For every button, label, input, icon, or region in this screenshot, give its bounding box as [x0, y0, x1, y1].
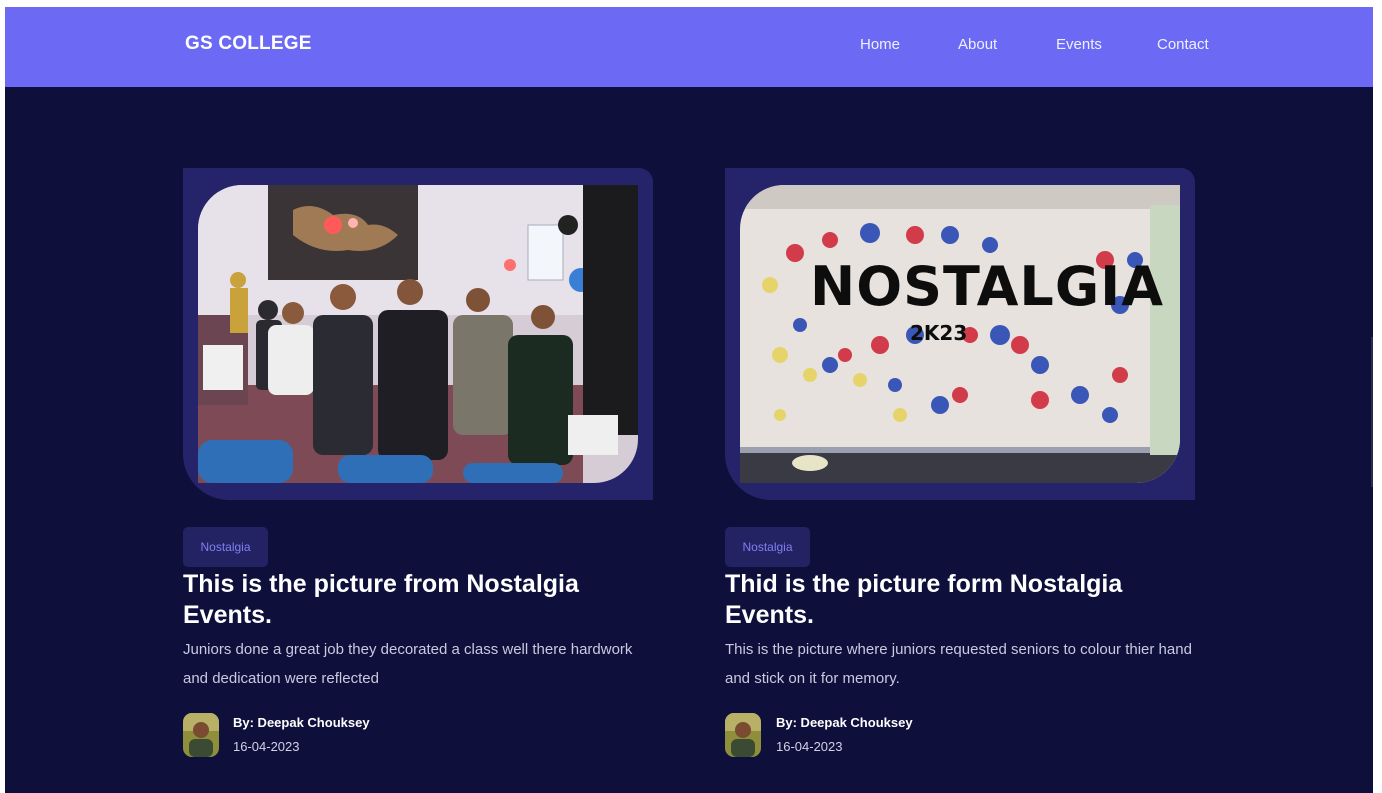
scrollbar[interactable]	[1371, 337, 1373, 487]
card-title[interactable]: Thid is the picture form Nostalgia Event…	[725, 569, 1195, 631]
avatar-image	[183, 713, 219, 757]
card-image[interactable]: NOSTALGIA 2K23	[740, 185, 1180, 483]
card-image-frame	[183, 168, 653, 500]
brand-logo[interactable]: GS COLLEGE	[185, 33, 312, 55]
banner-title: NOSTALGIA	[810, 255, 1164, 318]
category-tag[interactable]: Nostalgia	[725, 527, 810, 567]
avatar-image	[725, 713, 761, 757]
card-title[interactable]: This is the picture from Nostalgia Event…	[183, 569, 653, 631]
handprint-banner-image: NOSTALGIA 2K23	[740, 185, 1180, 483]
card-image-frame: NOSTALGIA 2K23	[725, 168, 1195, 500]
category-tag[interactable]: Nostalgia	[183, 527, 268, 567]
group-photo-image	[198, 185, 638, 483]
page-frame: GS COLLEGE Home About Events Contact Nos…	[5, 7, 1373, 793]
navbar: GS COLLEGE Home About Events Contact	[5, 7, 1373, 87]
card-description: This is the picture where juniors reques…	[725, 641, 1192, 687]
card-image[interactable]	[198, 185, 638, 483]
nav-link-events[interactable]: Events	[1056, 36, 1102, 53]
author-name: By: Deepak Chouksey	[776, 715, 913, 730]
nav-link-home[interactable]: Home	[860, 36, 900, 53]
author-avatar	[725, 713, 761, 757]
banner-subtitle: 2K23	[910, 321, 967, 345]
author-avatar	[183, 713, 219, 757]
author-name: By: Deepak Chouksey	[233, 715, 370, 730]
nav-link-about[interactable]: About	[958, 36, 997, 53]
nav-link-contact[interactable]: Contact	[1157, 36, 1209, 53]
card-description: Juniors done a great job they decorated …	[183, 641, 633, 687]
post-date: 16-04-2023	[776, 739, 843, 754]
post-date: 16-04-2023	[233, 739, 300, 754]
